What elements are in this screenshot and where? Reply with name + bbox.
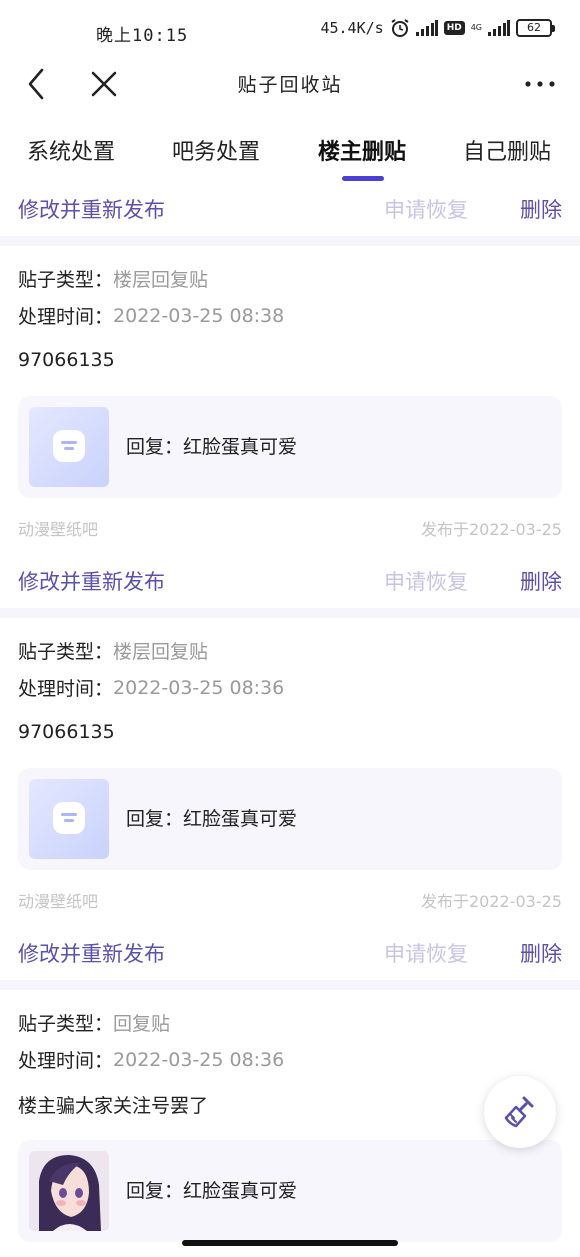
divider [0,980,580,990]
list-item: 贴子类型： 楼层回复贴 处理时间： 2022-03-25 08:36 97066… [0,618,580,928]
post-time-label: 处理时间： [18,678,114,700]
divider [0,236,580,246]
post-meta: 动漫壁纸吧 发布于2022-03-25 [18,498,562,556]
reply-card[interactable]: 回复：红脸蛋真可爱 [18,768,562,870]
post-type-value: 回复贴 [113,1013,171,1035]
placeholder-image-icon [53,430,85,462]
battery-icon: 62 [516,19,555,37]
tab-owner-deleted[interactable]: 楼主删贴 [318,134,406,166]
tab-admin[interactable]: 吧务处置 [172,134,260,166]
nav-bar: 贴子回收站 [0,54,580,114]
active-tab-indicator [342,176,384,181]
page-title: 贴子回收站 [237,74,343,96]
list-item: 贴子类型： 楼层回复贴 处理时间： 2022-03-25 08:38 97066… [0,246,580,556]
publish-date: 发布于2022-03-25 [421,892,562,911]
reply-card[interactable]: 回复：红脸蛋真可爱 [18,1140,562,1242]
hd-badge: HD [443,21,465,35]
broom-icon [504,1096,534,1128]
post-time-label: 处理时间： [18,1050,114,1072]
edit-republish-button[interactable]: 修改并重新发布 [18,194,165,224]
post-meta: 动漫壁纸吧 发布于2022-03-25 [18,870,562,928]
home-indicator[interactable] [182,1240,398,1246]
status-icons: 45.4K/s HD 4G 62 [320,18,555,38]
network-speed: 45.4K/s [320,19,384,37]
post-time-row: 处理时间： 2022-03-25 08:36 [18,1041,562,1078]
delete-button[interactable]: 删除 [520,938,562,968]
reply-thumbnail [29,1151,109,1231]
signal-icon [415,20,438,36]
request-restore-button[interactable]: 申请恢复 [384,194,468,224]
delete-button[interactable]: 删除 [520,194,562,224]
status-time: 晚上10:15 [96,26,189,46]
post-actions: 修改并重新发布 申请恢复 删除 [0,556,580,608]
post-time-value: 2022-03-25 08:36 [113,1048,285,1071]
publish-date: 发布于2022-03-25 [421,520,562,539]
network-type: 4G [470,23,482,32]
edit-republish-button[interactable]: 修改并重新发布 [18,938,165,968]
clean-up-button[interactable] [484,1076,556,1148]
post-type-label: 贴子类型： [18,641,114,663]
reply-thumbnail [29,779,109,859]
signal-icon-secondary [488,20,510,36]
forum-name[interactable]: 动漫壁纸吧 [18,888,98,912]
tab-self-deleted[interactable]: 自己删贴 [463,134,551,166]
post-type-row: 贴子类型： 回复贴 [18,1004,562,1041]
tab-bar: 系统处置 吧务处置 楼主删贴 自己删贴 [0,128,580,184]
post-body: 楼主骗大家关注号罢了 [18,1094,209,1117]
post-body: 97066135 [18,721,115,743]
delete-button[interactable]: 删除 [520,566,562,596]
post-list: 修改并重新发布 申请恢复 删除 贴子类型： 楼层回复贴 处理时间： 2022-0… [0,184,580,1242]
post-type-label: 贴子类型： [18,1013,114,1035]
post-actions: 修改并重新发布 申请恢复 删除 [0,928,580,980]
forum-name[interactable]: 动漫壁纸吧 [18,516,98,540]
post-type-label: 贴子类型： [18,269,114,291]
post-type-row: 贴子类型： 楼层回复贴 [18,260,562,297]
post-actions: 修改并重新发布 申请恢复 删除 [0,184,580,236]
edit-republish-button[interactable]: 修改并重新发布 [18,566,165,596]
post-type-row: 贴子类型： 楼层回复贴 [18,632,562,669]
request-restore-button[interactable]: 申请恢复 [384,938,468,968]
post-body: 97066135 [18,349,115,371]
post-time-row: 处理时间： 2022-03-25 08:36 [18,669,562,706]
request-restore-button[interactable]: 申请恢复 [384,566,468,596]
post-time-label: 处理时间： [18,306,114,328]
reply-text: 回复：红脸蛋真可爱 [126,1180,298,1202]
tab-system[interactable]: 系统处置 [27,134,115,166]
more-options-icon[interactable] [522,68,558,100]
divider [0,608,580,618]
reply-card[interactable]: 回复：红脸蛋真可爱 [18,396,562,498]
alarm-icon [391,19,409,37]
post-time-value: 2022-03-25 08:38 [113,304,285,327]
placeholder-image-icon [53,802,85,834]
anime-avatar-image [29,1151,109,1231]
reply-text: 回复：红脸蛋真可爱 [126,808,298,830]
reply-text: 回复：红脸蛋真可爱 [126,436,298,458]
post-type-value: 楼层回复贴 [113,269,209,291]
post-type-value: 楼层回复贴 [113,641,209,663]
post-time-value: 2022-03-25 08:36 [113,676,285,699]
post-time-row: 处理时间： 2022-03-25 08:38 [18,297,562,334]
reply-thumbnail [29,407,109,487]
